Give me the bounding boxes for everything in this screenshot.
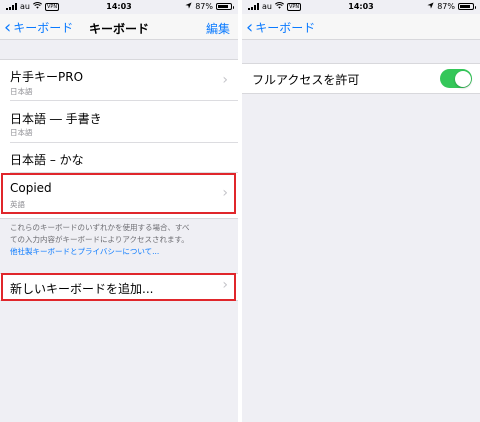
- keyboard-name: 日本語 – かな: [10, 153, 84, 167]
- navigation-bar: ‹ キーボード キーボード 編集: [0, 14, 238, 40]
- toggle-knob: [454, 70, 471, 87]
- battery-level: [218, 5, 229, 8]
- keyboards-screen: au VPN 14:03 87% ‹ キーボード キーボード 編集 片手キーPR…: [0, 0, 238, 422]
- keyboard-language: 日本語: [10, 128, 33, 137]
- keyboard-name: 片手キーPRO: [10, 70, 84, 84]
- highlight-box-add-keyboard: [1, 273, 236, 301]
- privacy-link[interactable]: 他社製キーボードとプライバシーについて...: [10, 246, 230, 258]
- battery-icon: [216, 3, 234, 10]
- battery-icon: [458, 3, 476, 10]
- keyboard-item-handwriting[interactable]: 日本語 ― 手書き 日本語: [0, 101, 238, 143]
- battery-percent: 87%: [437, 2, 455, 11]
- highlight-box-copied: [1, 173, 236, 214]
- location-icon: [427, 2, 434, 11]
- status-bar: au VPN 14:03 87%: [0, 0, 238, 14]
- keyboard-item-kana[interactable]: 日本語 – かな: [0, 143, 238, 173]
- chevron-left-icon: ‹: [246, 16, 254, 38]
- navigation-bar: ‹ キーボード: [242, 14, 480, 40]
- battery-level: [460, 5, 471, 8]
- keyboard-language: 日本語: [10, 87, 33, 96]
- full-access-label: フルアクセスを許可: [252, 73, 360, 87]
- edit-button[interactable]: 編集: [206, 20, 230, 37]
- battery-percent: 87%: [195, 2, 213, 11]
- privacy-note: これらのキーボードのいずれかを使用する場合、すべ ての入力内容がキーボードにより…: [10, 222, 230, 258]
- chevron-right-icon: ›: [222, 72, 228, 88]
- page-title: キーボード: [88, 22, 149, 36]
- copied-keyboard-screen: au VPN 14:03 87% ‹ キーボード フルアクセスを許可: [242, 0, 480, 422]
- status-bar: au VPN 14:03 87%: [242, 0, 480, 14]
- keyboard-name: 日本語 ― 手書き: [10, 112, 102, 126]
- back-button[interactable]: ‹ キーボード: [246, 16, 316, 38]
- full-access-toggle[interactable]: [440, 69, 472, 88]
- location-icon: [185, 2, 192, 11]
- full-access-group: フルアクセスを許可: [242, 63, 480, 94]
- privacy-note-line: ての入力内容がキーボードによりアクセスされます。: [10, 235, 189, 244]
- keyboard-item-katate-pro[interactable]: 片手キーPRO 日本語 ›: [0, 60, 238, 101]
- full-access-row: フルアクセスを許可: [242, 64, 480, 93]
- back-label: キーボード: [255, 21, 316, 35]
- privacy-note-line: これらのキーボードのいずれかを使用する場合、すべ: [10, 223, 190, 232]
